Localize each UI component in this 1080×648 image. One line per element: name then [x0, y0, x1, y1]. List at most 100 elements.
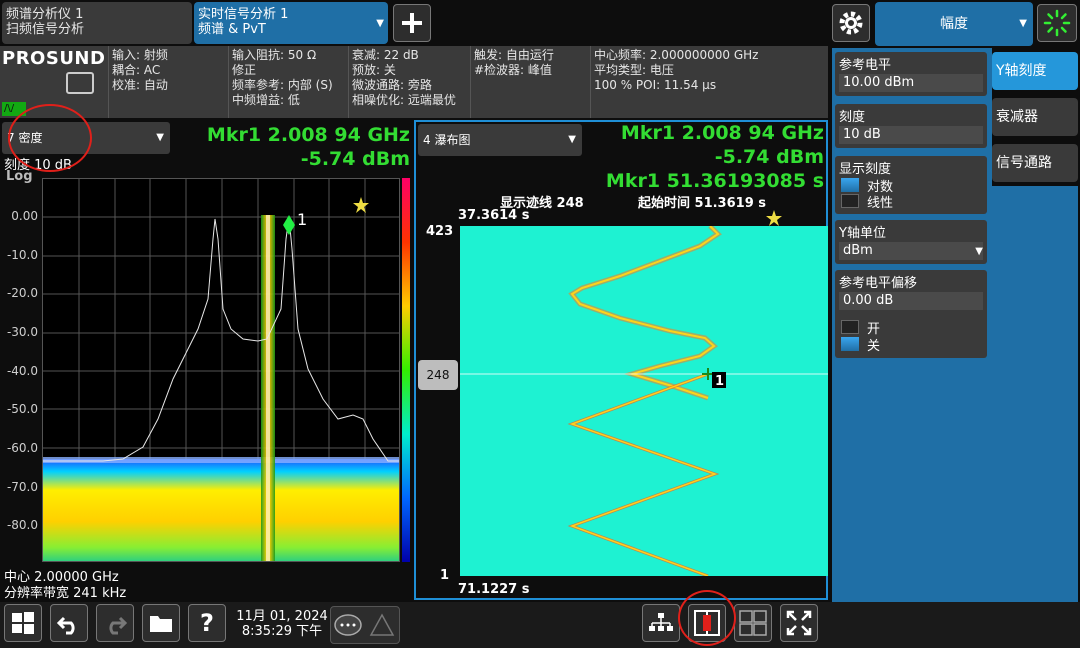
offset-on-radio-icon[interactable]: [841, 320, 859, 334]
info-trigger-line: 触发: 自由运行: [474, 48, 554, 62]
tree-layout-icon: [649, 613, 673, 631]
quad-view-button[interactable]: [734, 604, 772, 642]
info-detector-line: #检波器: 峰值: [474, 63, 552, 77]
info-preamp-line: 预放: 关: [352, 63, 396, 77]
ref-level-title: 参考电平: [839, 58, 892, 73]
time-text: 8:35:29 下午: [241, 624, 323, 639]
ref-offset-control[interactable]: 参考电平偏移 0.00 dB 开 关: [835, 270, 987, 358]
density-window[interactable]: 7 密度 ▼ Mkr1 2.008 94 GHz -5.74 dBm 刻度 10…: [0, 120, 412, 601]
log-label: Log: [6, 169, 33, 184]
info-mwpath-line: 微波通路: 旁路: [352, 78, 432, 92]
display-scale-control[interactable]: 显示刻度 对数 线性: [835, 156, 987, 214]
y-unit-title: Y轴单位: [839, 226, 886, 241]
waterfall-window[interactable]: 4 瀑布图 ▼ Mkr1 2.008 94 GHz -5.74 dBm Mkr1…: [414, 120, 828, 600]
ref-offset-value[interactable]: 0.00 dB: [839, 292, 983, 310]
tab1-subtitle: 扫频信号分析: [6, 22, 85, 37]
windows-start-button[interactable]: [4, 604, 42, 642]
spinner-icon: [1043, 9, 1071, 37]
annotation-circle: [678, 590, 736, 646]
marker-amplitude-readout: -5.74 dBm: [300, 148, 410, 170]
tab1-title: 频谱分析仪 1: [6, 7, 84, 22]
waterfall-graphic: 1: [460, 226, 828, 576]
acquisition-status-button[interactable]: [1037, 4, 1077, 42]
y-unit-value[interactable]: dBm: [839, 242, 983, 260]
amplitude-side-menu: 参考电平 10.00 dBm 刻度 10 dB 显示刻度 对数 线性 Y轴单位 …: [832, 48, 992, 602]
trace-position-handle[interactable]: 248: [418, 360, 458, 390]
y-bottom-label: 1: [440, 568, 450, 583]
start-time-label: 起始时间 51.3619 s: [638, 196, 767, 211]
density-plot[interactable]: 1: [42, 178, 400, 562]
log-radio-icon[interactable]: [841, 178, 859, 192]
waterfall-plot[interactable]: 1: [460, 226, 828, 576]
info-center: 中心频率: 2.000000000 GHz 平均类型: 电压 100 % POI…: [590, 46, 828, 118]
settings-button[interactable]: [832, 4, 870, 42]
return-icon[interactable]: [66, 72, 94, 94]
folder-icon: [150, 616, 172, 632]
info-impedance-line: 输入阻抗: 50 Ω: [232, 48, 317, 62]
info-attenuation: 衰减: 22 dB 预放: 关 微波通路: 旁路 相噪优化: 远端最优: [348, 46, 470, 118]
wf-marker-frequency-readout: Mkr1 2.008 94 GHz: [620, 122, 824, 144]
display-scale-title: 显示刻度: [839, 162, 892, 177]
message-area[interactable]: [330, 606, 400, 644]
y-tick: -80.0: [6, 518, 38, 532]
scale-title: 刻度: [839, 110, 866, 125]
chat-icon: [334, 614, 362, 636]
ref-level-control[interactable]: 参考电平 10.00 dBm: [835, 52, 987, 96]
date-text: 11月 01, 2024: [236, 609, 328, 624]
density-graphic: 1: [43, 179, 399, 561]
info-impedance: 输入阻抗: 50 Ω 修正 频率参考: 内部 (S) 中频增益: 低: [228, 46, 348, 118]
chevron-down-icon: ▼: [156, 132, 164, 143]
help-button[interactable]: ?: [188, 604, 226, 642]
tab-spectrum-analyzer[interactable]: 频谱分析仪 1 扫频信号分析: [2, 2, 192, 44]
y-tick: -10.0: [6, 248, 38, 262]
amplitude-menu-title[interactable]: 幅度 ▼: [875, 2, 1033, 46]
bottom-time-label: 71.1227 s: [458, 582, 530, 597]
brand-name: PROSUND: [2, 48, 106, 69]
scale-control[interactable]: 刻度 10 dB: [835, 104, 987, 148]
marker-frequency-readout: Mkr1 2.008 94 GHz: [206, 124, 410, 146]
info-trigger: 触发: 自由运行 #检波器: 峰值: [470, 46, 590, 118]
waterfall-selector-label: 4 瀑布图: [423, 133, 471, 147]
menu-title-label: 幅度: [940, 16, 968, 32]
clock: 11月 01, 2024 8:35:29 下午: [236, 609, 328, 639]
top-time-label: 37.3614 s: [458, 208, 530, 223]
linear-option-label: 线性: [867, 196, 894, 211]
layout-button[interactable]: [642, 604, 680, 642]
question-icon: ?: [200, 609, 214, 637]
ref-level-value[interactable]: 10.00 dBm: [839, 74, 983, 92]
info-freqref-line: 频率参考: 内部 (S): [232, 78, 333, 92]
svg-text:1: 1: [297, 210, 307, 229]
tab-y-axis-scale[interactable]: Y轴刻度: [992, 52, 1078, 90]
y-top-label: 423: [426, 224, 454, 239]
offset-off-label: 关: [867, 339, 881, 354]
star-icon: [766, 210, 782, 226]
y-tick: -60.0: [6, 441, 38, 455]
redo-button[interactable]: [96, 604, 134, 642]
chevron-down-icon: ▼: [975, 246, 983, 257]
wf-marker-time-readout: Mkr1 51.36193085 s: [605, 170, 824, 192]
tab-attenuator[interactable]: 衰减器: [992, 98, 1078, 136]
waterfall-window-selector[interactable]: 4 瀑布图 ▼: [418, 124, 582, 156]
undo-button[interactable]: [50, 604, 88, 642]
y-tick: -30.0: [6, 325, 38, 339]
tab-realtime-analysis[interactable]: 实时信号分析 1 频谱 & PvT ▼: [194, 2, 388, 44]
file-button[interactable]: [142, 604, 180, 642]
density-colorbar: [402, 178, 410, 562]
add-screen-button[interactable]: [393, 4, 431, 42]
scale-value[interactable]: 10 dB: [839, 126, 983, 144]
y-tick: -70.0: [6, 480, 38, 494]
tab2-subtitle: 频谱 & PvT: [198, 22, 266, 37]
expand-icon: [786, 610, 812, 636]
offset-off-radio-icon[interactable]: [841, 337, 859, 351]
info-centerfreq-line: 中心频率: 2.000000000 GHz: [594, 48, 759, 62]
linear-radio-icon[interactable]: [841, 194, 859, 208]
tab-signal-path[interactable]: 信号通路: [992, 144, 1078, 182]
y-unit-control[interactable]: Y轴单位 dBm ▼: [835, 220, 987, 264]
info-coupling-line: 耦合: AC: [112, 63, 161, 77]
fullscreen-button[interactable]: [780, 604, 818, 642]
gear-icon: [839, 11, 863, 35]
info-calibration-line: 校准: 自动: [112, 78, 168, 92]
info-avgtype-line: 平均类型: 电压: [594, 63, 674, 77]
chevron-down-icon: ▼: [1019, 18, 1027, 29]
y-tick: -50.0: [6, 402, 38, 416]
